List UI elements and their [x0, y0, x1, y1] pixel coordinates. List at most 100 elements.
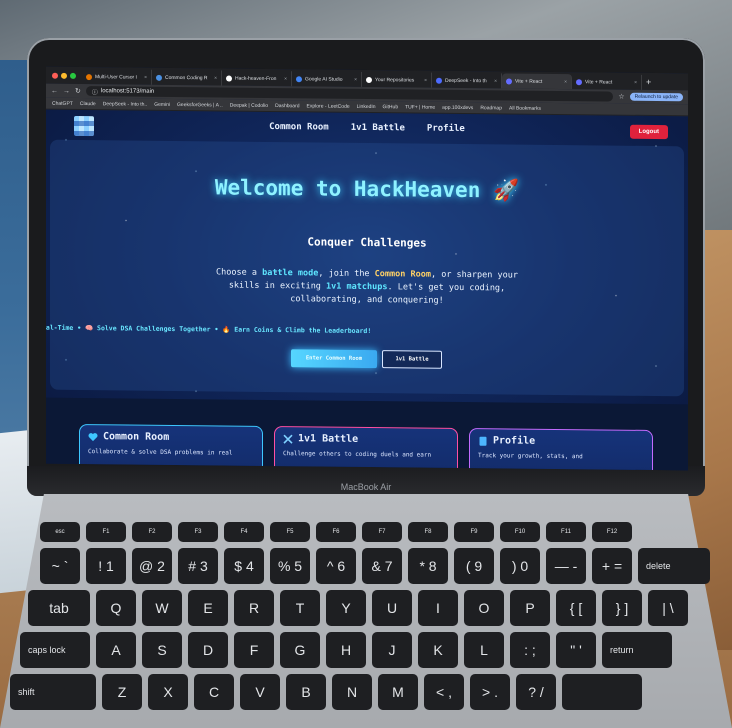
key[interactable]: Z [102, 674, 142, 710]
forward-icon[interactable]: → [63, 87, 70, 94]
key[interactable]: caps lock [20, 632, 90, 668]
key[interactable]: F8 [408, 522, 448, 542]
nav-profile[interactable]: Profile [427, 124, 465, 134]
key[interactable]: W [142, 590, 182, 626]
close-tab-icon[interactable]: × [214, 75, 217, 81]
key[interactable]: — - [546, 548, 586, 584]
key[interactable]: O [464, 590, 504, 626]
key[interactable]: @ 2 [132, 548, 172, 584]
key[interactable]: + = [592, 548, 632, 584]
key[interactable]: ( 9 [454, 548, 494, 584]
bookmark-item[interactable]: Explore - LeetCode [307, 103, 350, 109]
key[interactable]: D [188, 632, 228, 668]
key[interactable]: ? / [516, 674, 556, 710]
browser-tab[interactable]: Common Coding R × [152, 69, 222, 86]
key[interactable]: & 7 [362, 548, 402, 584]
key[interactable]: ^ 6 [316, 548, 356, 584]
key[interactable]: delete [638, 548, 710, 584]
key[interactable]: F5 [270, 522, 310, 542]
card-profile[interactable]: Profile Track your growth, stats, and [469, 428, 653, 471]
key[interactable]: F6 [316, 522, 356, 542]
key[interactable]: * 8 [408, 548, 448, 584]
browser-tab[interactable]: Multi-User Cursor I × [82, 69, 152, 85]
close-tab-icon[interactable]: × [564, 79, 567, 85]
key[interactable]: } ] [602, 590, 642, 626]
key[interactable]: Q [96, 590, 136, 626]
key[interactable]: F2 [132, 522, 172, 542]
key[interactable]: esc [40, 522, 80, 542]
key[interactable]: ) 0 [500, 548, 540, 584]
key[interactable]: L [464, 632, 504, 668]
key[interactable]: C [194, 674, 234, 710]
key[interactable]: M [378, 674, 418, 710]
bookmark-item[interactable]: LinkedIn [357, 103, 376, 109]
bookmark-item[interactable]: All Bookmarks [509, 105, 541, 111]
close-tab-icon[interactable]: × [634, 79, 637, 85]
browser-tab[interactable]: Google AI Studio × [292, 71, 362, 87]
key[interactable]: | \ [648, 590, 688, 626]
bookmark-item[interactable]: Roadmap [480, 105, 502, 111]
bookmark-item[interactable]: Dashboard [275, 103, 299, 109]
nav-1v1-battle[interactable]: 1v1 Battle [351, 123, 405, 134]
bookmark-item[interactable]: TUF+ | Home [405, 104, 435, 110]
key[interactable]: S [142, 632, 182, 668]
key[interactable]: G [280, 632, 320, 668]
bookmark-star-icon[interactable]: ☆ [618, 93, 624, 101]
key[interactable]: H [326, 632, 366, 668]
key[interactable]: { [ [556, 590, 596, 626]
key[interactable]: % 5 [270, 548, 310, 584]
card-common-room[interactable]: Common Room Collaborate & solve DSA prob… [79, 423, 263, 471]
browser-tab[interactable]: Vite + React × [502, 73, 572, 90]
bookmark-item[interactable]: ChatGPT [52, 100, 73, 106]
back-icon[interactable]: ← [51, 87, 58, 94]
key[interactable]: X [148, 674, 188, 710]
key[interactable]: V [240, 674, 280, 710]
bookmark-item[interactable]: DeepSeek - Into th.. [103, 101, 147, 107]
relaunch-button[interactable]: Relaunch to update [629, 92, 683, 102]
key[interactable]: T [280, 590, 320, 626]
key[interactable]: return [602, 632, 672, 668]
key[interactable]: F [234, 632, 274, 668]
key[interactable]: tab [28, 590, 90, 626]
new-tab-icon[interactable]: + [642, 76, 655, 86]
key[interactable]: # 3 [178, 548, 218, 584]
key[interactable]: Y [326, 590, 366, 626]
key[interactable]: J [372, 632, 412, 668]
close-tab-icon[interactable]: × [284, 76, 287, 82]
nav-common-room[interactable]: Common Room [269, 122, 329, 133]
browser-tab[interactable]: DeepSeek - Into th × [432, 72, 502, 89]
key[interactable]: shift [10, 674, 96, 710]
key[interactable] [562, 674, 642, 710]
key[interactable]: A [96, 632, 136, 668]
key[interactable]: " ' [556, 632, 596, 668]
key[interactable]: N [332, 674, 372, 710]
browser-tab[interactable]: Hack-heaven-Fron × [222, 70, 292, 87]
close-tab-icon[interactable]: × [424, 77, 427, 83]
key[interactable]: K [418, 632, 458, 668]
key[interactable]: F11 [546, 522, 586, 542]
close-tab-icon[interactable]: × [354, 76, 357, 82]
minimize-window-icon[interactable] [61, 72, 67, 79]
browser-tab[interactable]: Vite + React × [572, 74, 642, 90]
key[interactable]: F12 [592, 522, 632, 542]
bookmark-item[interactable]: GitHub [383, 104, 399, 110]
close-tab-icon[interactable]: × [494, 78, 497, 84]
key[interactable]: F9 [454, 522, 494, 542]
key[interactable]: ~ ` [40, 548, 80, 584]
key[interactable]: $ 4 [224, 548, 264, 584]
browser-tab[interactable]: Your Repositories × [362, 71, 432, 88]
key[interactable]: P [510, 590, 550, 626]
logout-button[interactable]: Logout [629, 124, 668, 140]
close-window-icon[interactable] [52, 72, 58, 79]
key[interactable]: F1 [86, 522, 126, 542]
site-info-icon[interactable]: ⓘ [92, 87, 98, 96]
key[interactable]: > . [470, 674, 510, 710]
key[interactable]: F4 [224, 522, 264, 542]
reload-icon[interactable]: ↻ [75, 87, 81, 95]
key[interactable]: F10 [500, 522, 540, 542]
bookmark-item[interactable]: GeeksforGeeks | A .. [177, 102, 223, 108]
bookmark-item[interactable]: Gemini [154, 101, 170, 107]
key[interactable]: ! 1 [86, 548, 126, 584]
enter-common-room-button[interactable]: Enter Common Room [291, 349, 377, 369]
bookmark-item[interactable]: Deepak | Codolio [230, 102, 268, 108]
